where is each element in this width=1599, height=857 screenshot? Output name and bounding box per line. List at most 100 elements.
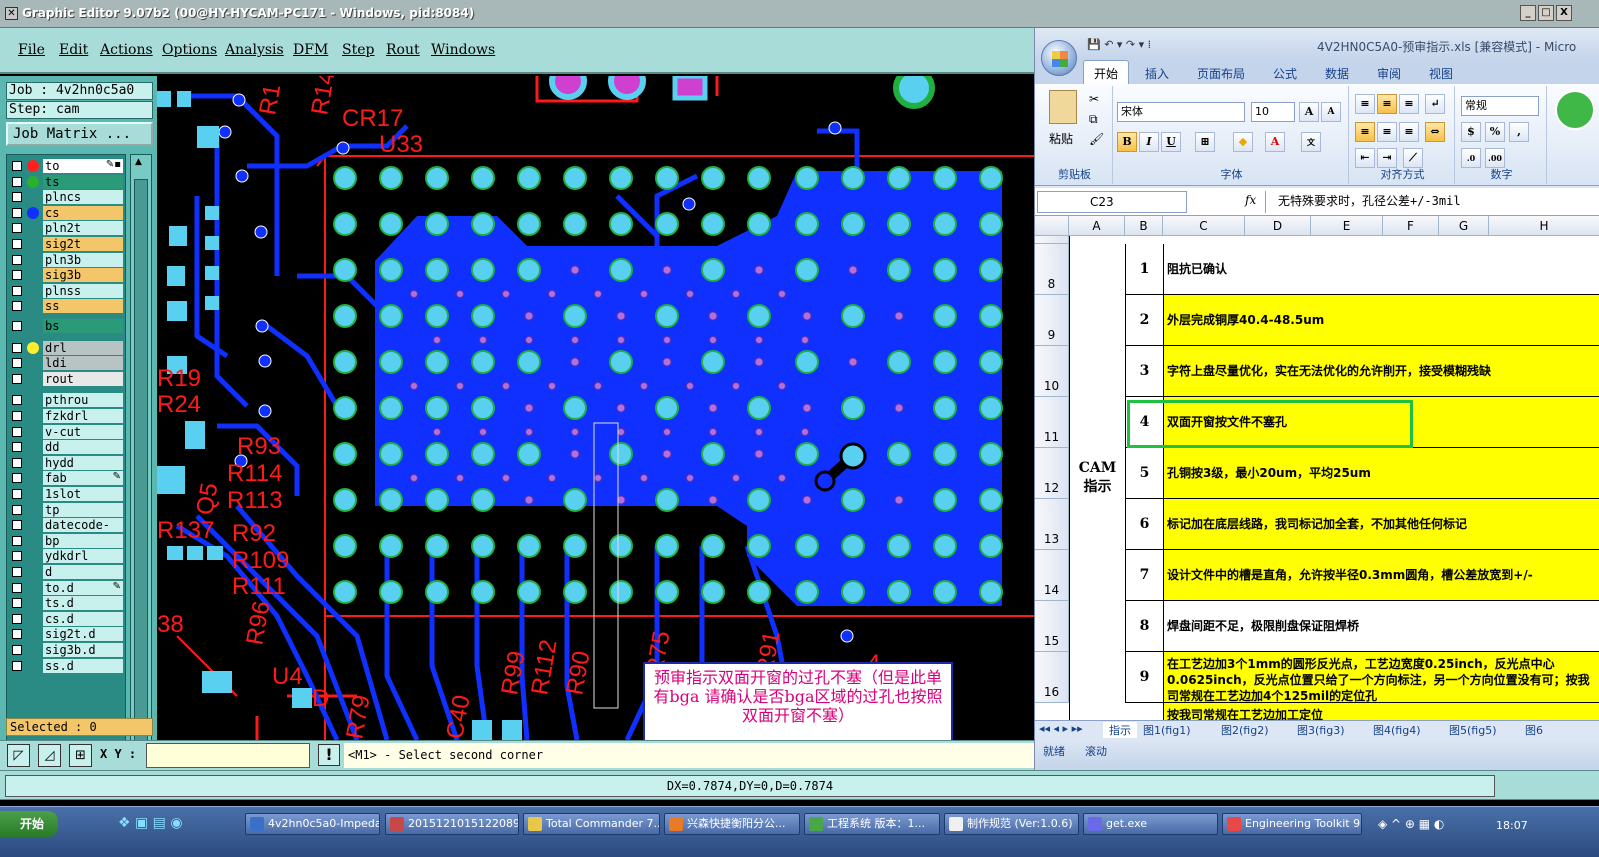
font-name-select[interactable]: 宋体: [1117, 102, 1245, 122]
taskbar-item-3[interactable]: 兴森快捷衡阳分公...: [664, 813, 800, 835]
layer-label[interactable]: pthrou: [43, 393, 123, 408]
layer-row-sig2t-d[interactable]: sig2t.d: [9, 627, 125, 642]
font-size-select[interactable]: 10: [1251, 102, 1295, 122]
maximize-button[interactable]: □: [1538, 5, 1554, 21]
layer-label[interactable]: drl: [43, 340, 123, 355]
sheet-tab-5[interactable]: 图5(fig5): [1449, 722, 1497, 738]
tab-view[interactable]: 视图: [1429, 65, 1453, 82]
row-header-16[interactable]: 16: [1035, 652, 1069, 703]
layer-label[interactable]: fzkdrl: [43, 409, 123, 423]
layer-checkbox[interactable]: [12, 645, 22, 655]
sheet-tab-3[interactable]: 图3(fig3): [1297, 722, 1345, 738]
layer-row-ss[interactable]: ss: [9, 299, 125, 314]
col-header-d[interactable]: D: [1245, 216, 1311, 236]
layer-label[interactable]: sig3b.d: [43, 643, 123, 657]
underline-button[interactable]: U: [1161, 132, 1181, 152]
styles-gallery-icon[interactable]: [1555, 90, 1595, 130]
cell-instruction[interactable]: 在工艺边加3个1mm的圆形反光点，工艺边宽度0.25inch，反光点中心0.06…: [1163, 652, 1599, 703]
cell-number[interactable]: 8: [1125, 601, 1163, 652]
cell-instruction[interactable]: 外层完成铜厚40.4-48.5um: [1163, 295, 1599, 346]
layer-checkbox[interactable]: [12, 301, 22, 312]
alert-button[interactable]: !: [318, 744, 340, 766]
layer-row-to-d[interactable]: to.d ✎: [9, 580, 125, 595]
layer-checkbox[interactable]: [12, 285, 22, 296]
layer-label[interactable]: d: [43, 565, 123, 579]
layer-label[interactable]: ss.d: [43, 658, 123, 673]
layer-checkbox[interactable]: [12, 207, 22, 218]
sheet-tab-1[interactable]: 图1(fig1): [1143, 722, 1191, 738]
sheet-tab-0[interactable]: 指示: [1103, 722, 1137, 738]
menu-rout[interactable]: Rout: [386, 42, 420, 58]
col-header-e[interactable]: E: [1311, 216, 1383, 236]
xy-input[interactable]: [146, 743, 310, 768]
format-painter-icon[interactable]: 🖌: [1089, 132, 1104, 146]
fill-color-icon[interactable]: ◆: [1233, 132, 1253, 152]
layer-row-bs[interactable]: bs: [9, 319, 125, 333]
col-header-g[interactable]: G: [1439, 216, 1489, 236]
layer-row-dd[interactable]: dd: [9, 440, 125, 455]
align-center-icon[interactable]: ≡: [1377, 122, 1397, 142]
layer-row-1slot[interactable]: 1slot: [9, 487, 125, 501]
phonetic-icon[interactable]: 文: [1301, 132, 1321, 152]
layer-label[interactable]: pln2t: [43, 221, 123, 236]
pcb-canvas[interactable]: R1 R14 CR17 U33 R19 R24 R93 R114 R113 Q5…: [157, 76, 1034, 740]
cell-number[interactable]: 6: [1125, 499, 1163, 550]
layer-row-cs-d[interactable]: cs.d: [9, 611, 125, 626]
currency-icon[interactable]: $: [1461, 122, 1481, 142]
layer-label[interactable]: hydd: [43, 455, 123, 470]
layer-checkbox[interactable]: [12, 473, 22, 484]
taskbar-item-2[interactable]: Total Commander 7....: [523, 813, 660, 835]
layer-checkbox[interactable]: [12, 520, 22, 531]
row-header-10[interactable]: 10: [1035, 346, 1069, 397]
layer-label[interactable]: cs.d: [43, 611, 123, 626]
quick-access-toolbar[interactable]: 💾 ↶ ▾ ↷ ▾ ⁞: [1087, 38, 1151, 51]
layer-row-ts[interactable]: ts: [9, 174, 125, 189]
layer-row-plnss[interactable]: plnss: [9, 283, 125, 298]
cell-number[interactable]: 3: [1125, 346, 1163, 397]
layer-checkbox[interactable]: [12, 504, 22, 515]
sheet-tab-4[interactable]: 图4(fig4): [1373, 722, 1421, 738]
grow-font-icon[interactable]: A: [1299, 102, 1319, 122]
col-header-f[interactable]: F: [1383, 216, 1439, 236]
pcb-drawing[interactable]: R1 R14 CR17 U33 R19 R24 R93 R114 R113 Q5…: [157, 76, 1034, 740]
scroll-up-icon[interactable]: ▲: [135, 157, 142, 167]
menu-options[interactable]: Options: [162, 42, 217, 58]
layer-label[interactable]: sig2t: [43, 237, 123, 251]
menu-windows[interactable]: Windows: [431, 42, 495, 58]
menu-edit[interactable]: Edit: [59, 42, 88, 58]
increase-indent-icon[interactable]: ⇥: [1377, 148, 1397, 168]
select-all-corner[interactable]: [1035, 216, 1069, 236]
align-middle-icon[interactable]: ≡: [1377, 94, 1397, 114]
row-header-8[interactable]: 8: [1035, 244, 1069, 295]
layer-checkbox[interactable]: [12, 613, 22, 624]
menu-step[interactable]: Step: [342, 42, 374, 58]
sheet-nav-icon[interactable]: ◂◂ ◂ ▸ ▸▸: [1039, 722, 1083, 735]
cell-instruction[interactable]: 孔铜按3级，最小20um，平均25um: [1163, 448, 1599, 499]
layer-label[interactable]: cs: [43, 205, 123, 220]
sheet-tab-2[interactable]: 图2(fig2): [1221, 722, 1269, 738]
cell-number[interactable]: 5: [1125, 448, 1163, 499]
taskbar-item-5[interactable]: 制作规范 (Ver:1.0.6): [944, 813, 1079, 835]
layer-row-pln2t[interactable]: pln2t: [9, 221, 125, 236]
row-header-14[interactable]: 14: [1035, 550, 1069, 601]
layer-checkbox[interactable]: [12, 442, 22, 453]
row-header-15[interactable]: 15: [1035, 601, 1069, 652]
layer-row-ydkdrl[interactable]: ydkdrl: [9, 549, 125, 564]
align-right-icon[interactable]: ≡: [1399, 122, 1419, 142]
italic-button[interactable]: I: [1139, 132, 1159, 152]
copy-icon[interactable]: ⧉: [1089, 112, 1098, 127]
layer-row-d[interactable]: d: [9, 565, 125, 579]
row-header-13[interactable]: 13: [1035, 499, 1069, 550]
layer-label[interactable]: rout: [43, 371, 123, 386]
tool-grid-icon[interactable]: ⊞: [69, 744, 92, 767]
fx-icon[interactable]: fx: [1245, 193, 1256, 207]
shrink-font-icon[interactable]: A: [1321, 102, 1341, 122]
cell-instruction[interactable]: 阻抗已确认: [1163, 244, 1599, 295]
layer-label[interactable]: datecode-ss: [43, 518, 123, 546]
paste-label[interactable]: 粘贴: [1049, 130, 1073, 147]
app-x-icon[interactable]: ✕: [5, 7, 18, 20]
layer-label[interactable]: sig2t.d: [43, 627, 123, 642]
layer-checkbox[interactable]: [12, 321, 22, 331]
layer-row-rout[interactable]: rout: [9, 371, 125, 386]
orientation-icon[interactable]: ⟋: [1403, 148, 1423, 168]
